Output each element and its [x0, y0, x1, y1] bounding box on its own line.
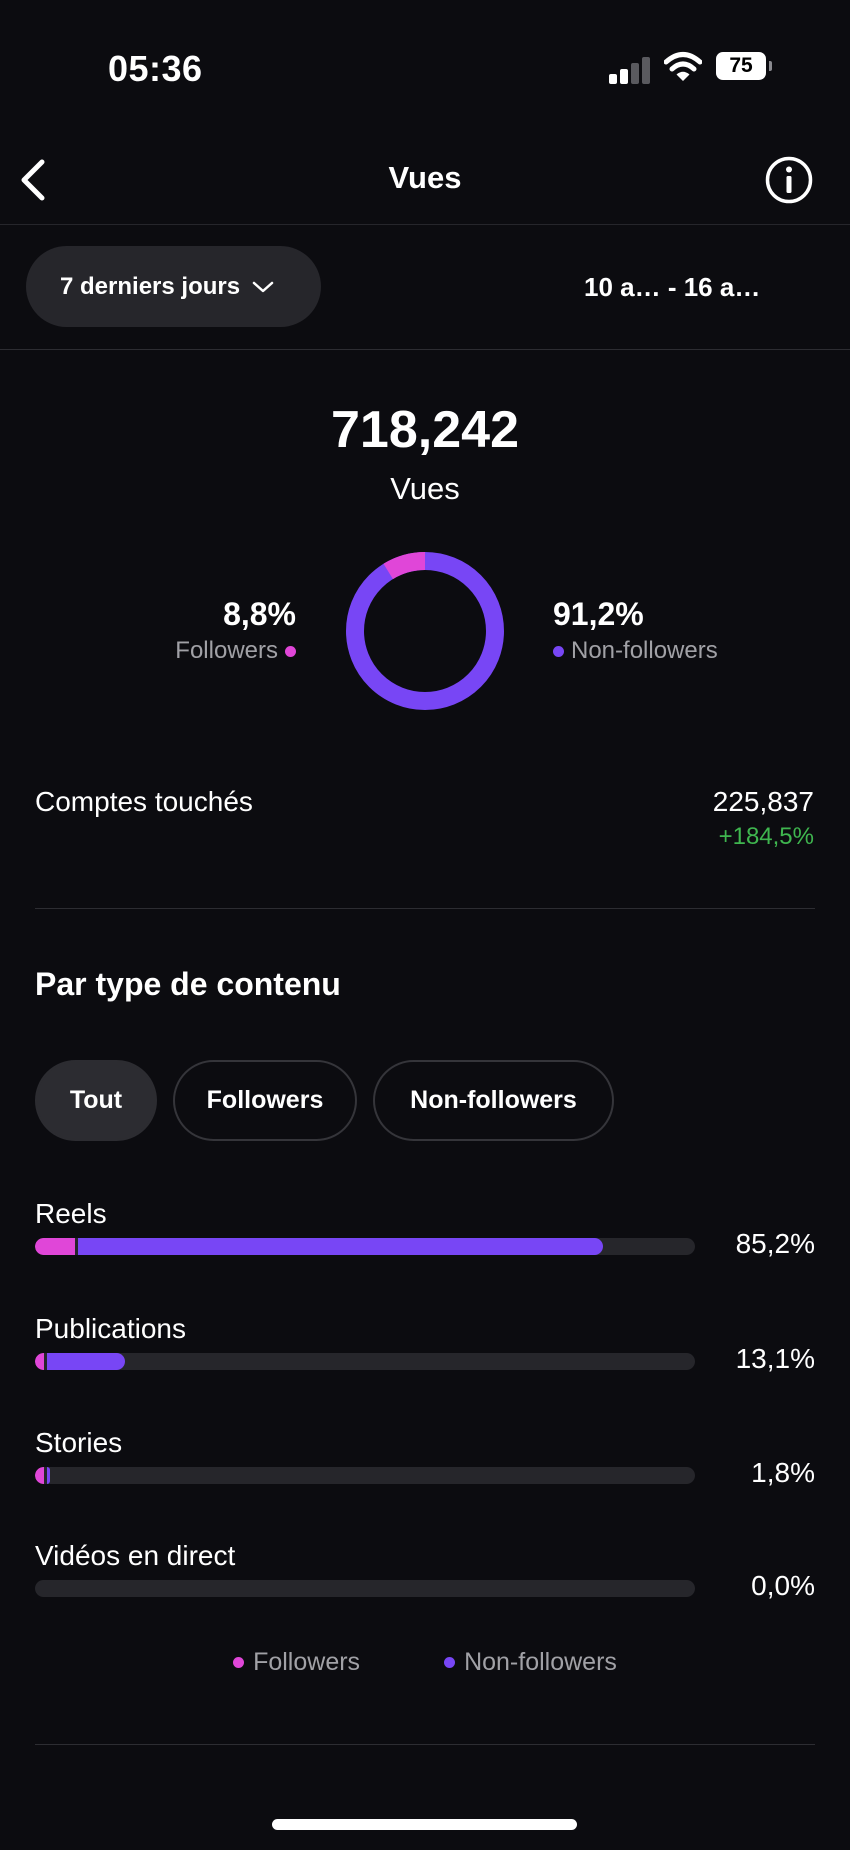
content-row-percent: 85,2%	[735, 1228, 815, 1259]
nonfollowers-dot-icon	[553, 645, 564, 657]
date-range-dropdown[interactable]: 7 derniers jours	[26, 246, 321, 327]
divider	[35, 1744, 815, 1745]
legend-label: Non-followers	[464, 1648, 617, 1676]
date-range-dropdown-label: 7 derniers jours	[60, 272, 241, 300]
followers-bar-segment	[35, 1353, 44, 1370]
content-row-label: Vidéos en direct	[35, 1540, 236, 1571]
content-row-reels: Reels 85,2%	[35, 1198, 815, 1288]
followers-bar-segment	[35, 1467, 44, 1484]
battery-icon: 75	[716, 52, 772, 80]
accounts-reached-label: Comptes touchés	[35, 786, 253, 817]
nonfollowers-share: 91,2% Non-followers	[553, 596, 718, 665]
accounts-reached-value: 225,837	[712, 786, 814, 817]
legend-item-nonfollowers: Non-followers	[444, 1648, 617, 1677]
nonfollowers-bar-segment	[47, 1353, 125, 1370]
followers-share-label: Followers	[175, 637, 278, 664]
content-bar-track	[35, 1580, 695, 1597]
followers-share-value: 8,8%	[223, 596, 296, 632]
nonfollowers-bar-segment	[47, 1467, 50, 1484]
content-row-label: Publications	[35, 1313, 186, 1344]
cellular-signal-icon	[609, 56, 651, 84]
followers-dot-icon	[233, 1657, 245, 1668]
legend-item-followers: Followers	[233, 1648, 360, 1677]
followers-share: 8,8% Followers	[175, 596, 296, 665]
info-icon[interactable]	[764, 155, 814, 205]
content-row-stories: Stories 1,8%	[35, 1427, 815, 1517]
content-row-label: Reels	[35, 1198, 107, 1229]
section-title: Par type de contenu	[35, 966, 341, 1002]
chevron-down-icon	[252, 281, 274, 292]
nonfollowers-bar-segment	[78, 1238, 603, 1255]
nav-bar: Vues	[0, 130, 850, 225]
views-donut-chart	[346, 552, 504, 710]
status-time: 05:36	[108, 48, 203, 89]
views-total: 718,242	[331, 401, 519, 459]
accounts-reached-change: +184,5%	[718, 823, 814, 850]
content-row-percent: 0,0%	[751, 1570, 815, 1601]
content-row-publications: Publications 13,1%	[35, 1313, 815, 1403]
home-indicator	[272, 1819, 577, 1830]
legend-label: Followers	[253, 1648, 361, 1676]
chart-legend: Followers Non-followers	[0, 1648, 850, 1677]
nonfollowers-share-label: Non-followers	[571, 637, 718, 664]
wifi-icon	[664, 52, 702, 81]
tab-non-followers[interactable]: Non-followers	[373, 1060, 614, 1141]
audience-filter-tabs: Tout Followers Non-followers	[35, 1060, 614, 1141]
donut-nonfollowers-arc	[346, 552, 504, 710]
page-title: Vues	[388, 160, 462, 195]
content-row-percent: 1,8%	[751, 1457, 815, 1488]
content-row-label: Stories	[35, 1427, 123, 1458]
content-bar-track	[35, 1353, 695, 1370]
content-row-percent: 13,1%	[735, 1343, 815, 1374]
nonfollowers-share-value: 91,2%	[553, 596, 644, 632]
content-bar-track	[35, 1238, 695, 1255]
views-label: Vues	[390, 471, 460, 506]
date-filter-row: 7 derniers jours 10 a… - 16 a…	[0, 224, 850, 350]
followers-bar-segment	[35, 1238, 75, 1255]
tab-followers[interactable]: Followers	[173, 1060, 357, 1141]
divider	[35, 908, 815, 909]
followers-dot-icon	[285, 645, 296, 657]
content-row-live-videos: Vidéos en direct 0,0%	[35, 1540, 815, 1630]
nonfollowers-dot-icon	[444, 1657, 456, 1668]
tab-all[interactable]: Tout	[35, 1060, 157, 1141]
content-bar-track	[35, 1467, 695, 1484]
status-bar: 05:36 75	[0, 0, 850, 130]
date-range-text: 10 a… - 16 a…	[584, 272, 761, 302]
